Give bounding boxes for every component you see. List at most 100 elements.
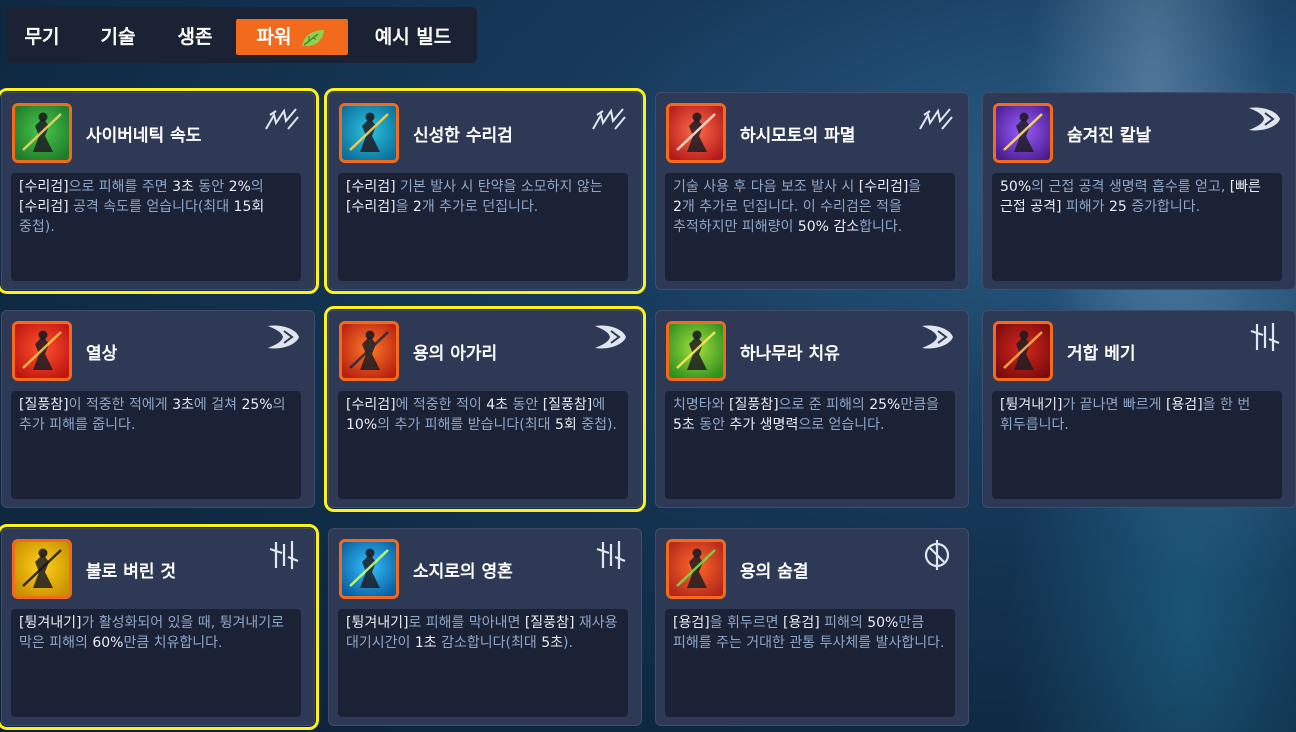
power-description: [질풍참]이 적중한 적에게 3초에 걸쳐 25%의 추가 피해를 줍니다. xyxy=(11,391,301,499)
tab-power[interactable]: 파워 xyxy=(236,19,348,55)
swift-strike-category-icon xyxy=(262,321,304,353)
hidden-blade-icon xyxy=(993,103,1053,163)
description-keyword: 50% 감소 xyxy=(797,219,860,235)
power-description: [수리검]으로 피해를 주면 3초 동안 2%의 [수리검] 공격 속도를 얻습… xyxy=(11,173,301,281)
tab-weapon[interactable]: 무기 xyxy=(13,19,71,55)
description-keyword: 3초 xyxy=(172,397,194,413)
description-text: 의 추가 피해를 받습니다(최대 xyxy=(377,417,555,433)
description-keyword: [수리검] xyxy=(346,179,396,195)
sacred-shuriken-icon xyxy=(339,103,399,163)
tab-example-build[interactable]: 예시 빌드 xyxy=(361,19,465,55)
description-keyword: 5회 xyxy=(554,417,577,433)
power-title: 사이버네틱 속도 xyxy=(86,126,202,146)
power-card[interactable]: 하나무라 치유 치명타와 [질풍참]으로 준 피해의 25%만큼을 5초 동안 추… xyxy=(655,310,969,508)
description-text: 로 피해를 막아내면 xyxy=(408,615,525,631)
description-text: 감소합니다(최대 xyxy=(436,635,542,651)
power-card[interactable]: 열상 [질풍참]이 적중한 적에게 3초에 걸쳐 25%의 추가 피해를 줍니다. xyxy=(1,310,315,508)
description-text: 피해의 xyxy=(819,615,868,631)
description-keyword: [튕겨내기] xyxy=(1000,397,1063,413)
description-keyword: 25 xyxy=(1108,199,1127,215)
power-title: 불로 벼린 것 xyxy=(86,562,177,582)
power-description: [수리검]에 적중한 적이 4초 동안 [질풍참]에 10%의 추가 피해를 받… xyxy=(338,391,628,499)
shuriken-category-icon xyxy=(589,103,631,135)
description-keyword: [수리검] xyxy=(346,199,396,215)
description-keyword: 2 xyxy=(673,199,682,215)
description-keyword: [튕겨내기] xyxy=(346,615,409,631)
power-description: [수리검] 기본 발사 시 탄약을 소모하지 않는 [수리검]을 2개 추가로 … xyxy=(338,173,628,281)
description-text: 에 적중한 적이 xyxy=(395,397,487,413)
power-title: 거합 베기 xyxy=(1067,344,1136,364)
description-keyword: 추가 생명력 xyxy=(729,417,799,433)
description-keyword: 15회 xyxy=(233,199,265,215)
description-text: 중첩). xyxy=(19,219,55,235)
power-title: 신성한 수리검 xyxy=(413,126,513,146)
hanamura-healing-icon xyxy=(666,321,726,381)
power-card[interactable]: 신성한 수리검 [수리검] 기본 발사 시 탄약을 소모하지 않는 [수리검]을 … xyxy=(324,88,646,294)
description-text: 증가합니다. xyxy=(1126,199,1201,215)
description-keyword: 25% xyxy=(241,397,273,413)
description-keyword: [질풍참] xyxy=(19,397,69,413)
description-text: 으로 준 피해의 xyxy=(778,397,870,413)
description-text: 이 적중한 적에게 xyxy=(68,397,173,413)
tab-survival[interactable]: 생존 xyxy=(165,19,225,55)
tab-ability[interactable]: 기술 xyxy=(89,19,147,55)
swift-strike-category-icon xyxy=(589,321,631,353)
description-text: 동안 xyxy=(508,397,543,413)
leaf-icon xyxy=(302,29,325,46)
power-card[interactable]: 거합 베기 [튕겨내기]가 끝나면 빠르게 [용검]을 한 번 휘두릅니다. xyxy=(982,310,1296,508)
power-description: 기술 사용 후 다음 보조 발사 시 [수리검]을 2개 추가로 던집니다. 이… xyxy=(665,173,955,281)
description-text: 가 끝나면 빠르게 xyxy=(1062,397,1166,413)
description-text: 동안 xyxy=(193,179,229,195)
shuriken-category-icon xyxy=(916,103,958,135)
description-text: 으로 얻습니다. xyxy=(798,417,885,433)
deflect-category-icon xyxy=(262,539,304,571)
description-keyword: [질풍참] xyxy=(524,615,575,631)
power-card[interactable]: 불로 벼린 것 [튕겨내기]가 활성화되어 있을 때, 튕겨내기로 막은 피해의 … xyxy=(0,524,319,730)
power-title: 용의 숨결 xyxy=(740,562,809,582)
power-card[interactable]: 용의 아가리 [수리검]에 적중한 적이 4초 동안 [질풍참]에 10%의 추가… xyxy=(324,306,646,512)
deflect-category-icon xyxy=(1243,321,1285,353)
description-text: 합니다. xyxy=(859,219,903,235)
description-keyword: [질풍참] xyxy=(728,397,779,413)
category-tab-bar: 무기 기술 생존 파워 예시 빌드 xyxy=(5,7,477,63)
description-keyword: 50% xyxy=(867,615,899,631)
description-text: 을 xyxy=(395,199,413,215)
cyber-speed-icon xyxy=(12,103,72,163)
description-keyword: 1초 xyxy=(414,635,437,651)
sojiro-spirit-icon xyxy=(339,539,399,599)
description-keyword: [용검] xyxy=(783,615,820,631)
description-text: 기본 발사 시 탄약을 소모하지 않는 xyxy=(395,179,603,195)
dragon-maw-icon xyxy=(339,321,399,381)
power-card[interactable]: 용의 숨결 [용검]을 휘두르면 [용검] 피해의 50%만큼 피해를 주는 거대… xyxy=(655,528,969,726)
description-text: 피해가 xyxy=(1061,199,1109,215)
power-title: 숨겨진 칼날 xyxy=(1067,126,1152,146)
power-description: 치명타와 [질풍참]으로 준 피해의 25%만큼을 5초 동안 추가 생명력으로… xyxy=(665,391,955,499)
description-text: 중첩). xyxy=(576,417,617,433)
iai-slash-icon xyxy=(993,321,1053,381)
shuriken-category-icon xyxy=(262,103,304,135)
description-text: 만큼을 xyxy=(900,397,939,413)
dragon-breath-icon xyxy=(666,539,726,599)
description-text: 공격 속도를 얻습니다(최대 xyxy=(68,199,234,215)
description-keyword: 10% xyxy=(346,417,378,433)
power-title: 하시모토의 파멸 xyxy=(740,126,856,146)
power-description: [용검]을 휘두르면 [용검] 피해의 50%만큼 피해를 주는 거대한 관통 … xyxy=(665,609,955,717)
description-text: ). xyxy=(562,635,573,651)
description-text: 의 근접 공격 생명력 흡수를 얻고, xyxy=(1031,179,1230,195)
power-card[interactable]: 숨겨진 칼날 50%의 근접 공격 생명력 흡수를 얻고, [빠른 근접 공격] … xyxy=(982,92,1296,290)
power-card[interactable]: 소지로의 영혼 [튕겨내기]로 피해를 막아내면 [질풍참] 재사용 대기시간이 … xyxy=(328,528,642,726)
power-description: [튕겨내기]가 끝나면 빠르게 [용검]을 한 번 휘두릅니다. xyxy=(992,391,1282,499)
description-keyword: [용검] xyxy=(1165,397,1203,413)
description-keyword: 2 xyxy=(412,199,422,215)
power-title: 소지로의 영혼 xyxy=(413,562,513,582)
laceration-icon xyxy=(12,321,72,381)
power-card[interactable]: 하시모토의 파멸기술 사용 후 다음 보조 발사 시 [수리검]을 2개 추가로… xyxy=(655,92,969,290)
power-card[interactable]: 사이버네틱 속도 [수리검]으로 피해를 주면 3초 동안 2%의 [수리검] 공… xyxy=(0,88,319,294)
tab-power-label: 파워 xyxy=(256,26,292,48)
description-keyword: [수리검] xyxy=(858,179,909,195)
dragonblade-category-icon xyxy=(916,539,958,571)
description-text: 에 걸쳐 xyxy=(193,397,242,413)
description-keyword: 3초 xyxy=(172,179,194,195)
description-text: 을 xyxy=(908,179,922,195)
power-description: [튕겨내기]로 피해를 막아내면 [질풍참] 재사용 대기시간이 1초 감소합니… xyxy=(338,609,628,717)
